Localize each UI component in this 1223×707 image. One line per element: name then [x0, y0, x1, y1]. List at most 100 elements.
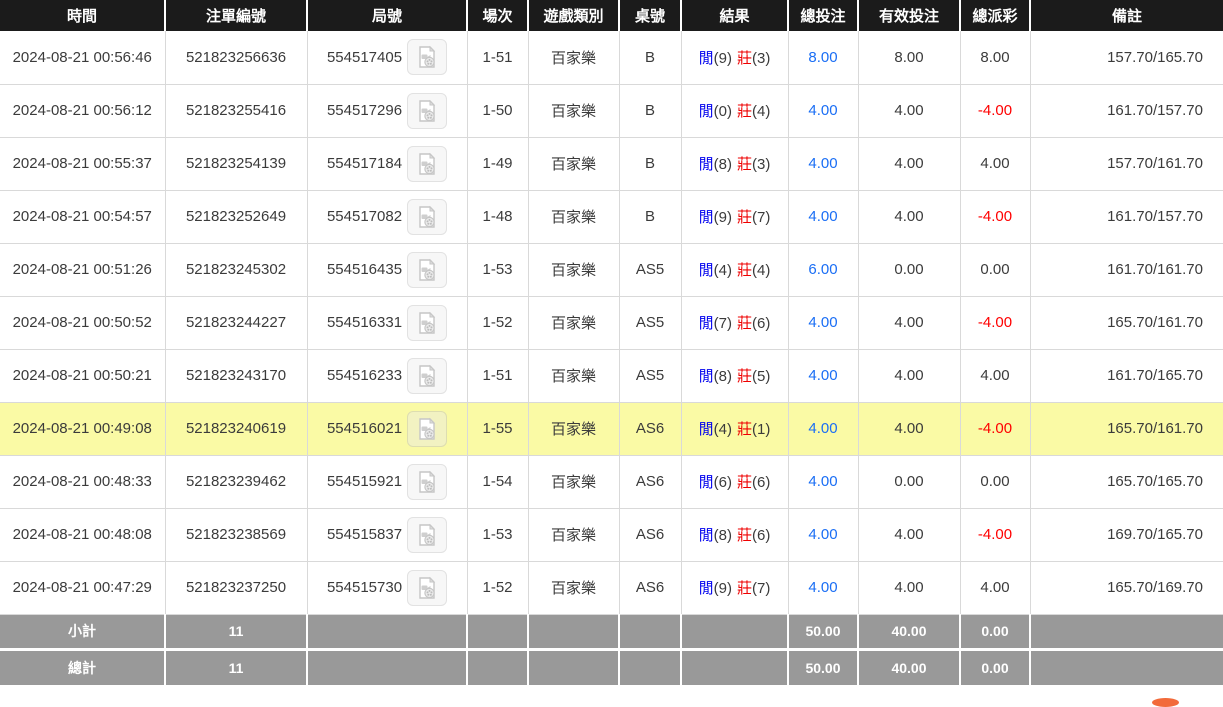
cell-result: 閒(8) 莊(5) [681, 349, 789, 403]
subtotal-game-cell [528, 614, 620, 649]
subtotal-label: 小計 [0, 614, 166, 649]
subtotal-count: 11 [165, 614, 308, 649]
video-record-icon [419, 258, 436, 281]
table-row[interactable]: 2024-08-21 00:50:52 521823244227 5545163… [0, 296, 1223, 350]
cell-session: 1-54 [467, 455, 529, 509]
cell-round: 554515921 [307, 455, 468, 509]
grand-total-label: 總計 [0, 647, 166, 685]
video-record-button[interactable] [407, 357, 448, 394]
subtotal-round-cell [307, 614, 468, 649]
video-record-icon [419, 152, 436, 175]
cell-time: 2024-08-21 00:50:52 [0, 296, 166, 350]
cell-game-type: 百家樂 [528, 349, 620, 403]
cell-total-bet: 6.00 [788, 243, 859, 297]
video-record-button[interactable] [407, 463, 448, 500]
cell-payout: 4.00 [960, 137, 1031, 191]
subtotal-payout: 0.00 [960, 614, 1031, 649]
cell-total-bet: 4.00 [788, 561, 859, 615]
result-player: 閒(9) [698, 209, 732, 226]
cell-time: 2024-08-21 00:51:26 [0, 243, 166, 297]
cell-session: 1-51 [467, 31, 529, 85]
cell-payout: -4.00 [960, 190, 1031, 244]
cell-table-no: AS6 [619, 508, 682, 562]
cell-remark: 161.70/157.70 [1030, 190, 1223, 244]
table-row[interactable]: 2024-08-21 00:56:46 521823256636 5545174… [0, 31, 1223, 85]
cell-result: 閒(4) 莊(4) [681, 243, 789, 297]
cell-remark: 165.70/169.70 [1030, 561, 1223, 615]
table-row[interactable]: 2024-08-21 00:56:12 521823255416 5545172… [0, 84, 1223, 138]
cell-remark: 157.70/165.70 [1030, 31, 1223, 85]
cell-remark: 161.70/161.70 [1030, 243, 1223, 297]
cell-total-bet: 4.00 [788, 296, 859, 350]
grand-total-count: 11 [165, 647, 308, 685]
video-record-button[interactable] [407, 145, 448, 182]
grand-total-table-cell [619, 647, 682, 685]
grand-total-round-cell [307, 647, 468, 685]
header-table-no: 桌號 [619, 0, 682, 31]
cell-table-no: B [619, 190, 682, 244]
cell-game-type: 百家樂 [528, 137, 620, 191]
header-remark: 備註 [1030, 0, 1223, 31]
table-row[interactable]: 2024-08-21 00:47:29 521823237250 5545157… [0, 561, 1223, 615]
video-record-button[interactable] [407, 410, 448, 447]
video-record-button[interactable] [407, 516, 448, 553]
cell-remark: 165.70/161.70 [1030, 402, 1223, 456]
round-number: 554516435 [326, 261, 403, 278]
result-banker: 莊(7) [737, 580, 771, 597]
video-record-button[interactable] [407, 198, 448, 235]
result-player: 閒(7) [698, 315, 732, 332]
table-row[interactable]: 2024-08-21 00:51:26 521823245302 5545164… [0, 243, 1223, 297]
cell-valid-bet: 4.00 [858, 561, 961, 615]
bet-history-table: 時間 注單編號 局號 場次 遊戲類別 桌號 結果 總投注 有效投注 總派彩 備註… [0, 0, 1223, 685]
video-record-button[interactable] [407, 569, 448, 606]
cell-game-type: 百家樂 [528, 296, 620, 350]
header-bet-id: 注單編號 [165, 0, 308, 31]
cell-table-no: AS5 [619, 296, 682, 350]
cell-session: 1-49 [467, 137, 529, 191]
grand-total-game-cell [528, 647, 620, 685]
result-player: 閒(8) [698, 527, 732, 544]
result-banker: 莊(1) [737, 421, 771, 438]
cell-round: 554516435 [307, 243, 468, 297]
cell-payout: -4.00 [960, 402, 1031, 456]
cell-result: 閒(9) 莊(7) [681, 190, 789, 244]
subtotal-table-cell [619, 614, 682, 649]
video-record-button[interactable] [407, 92, 448, 129]
cell-bet-id: 521823240619 [165, 402, 308, 456]
result-banker: 莊(5) [737, 368, 771, 385]
table-body: 2024-08-21 00:56:46 521823256636 5545174… [0, 31, 1223, 615]
cell-valid-bet: 4.00 [858, 508, 961, 562]
cell-table-no: AS5 [619, 349, 682, 403]
header-payout: 總派彩 [960, 0, 1031, 31]
cell-time: 2024-08-21 00:47:29 [0, 561, 166, 615]
video-record-button[interactable] [407, 39, 448, 76]
cell-table-no: B [619, 31, 682, 85]
cell-time: 2024-08-21 00:54:57 [0, 190, 166, 244]
table-row[interactable]: 2024-08-21 00:54:57 521823252649 5545170… [0, 190, 1223, 244]
cell-payout: 4.00 [960, 349, 1031, 403]
video-record-icon [419, 99, 436, 122]
cell-remark: 161.70/157.70 [1030, 84, 1223, 138]
table-row[interactable]: 2024-08-21 00:48:08 521823238569 5545158… [0, 508, 1223, 562]
table-row[interactable]: 2024-08-21 00:50:21 521823243170 5545162… [0, 349, 1223, 403]
result-banker: 莊(6) [737, 474, 771, 491]
video-record-button[interactable] [407, 251, 448, 288]
round-number: 554517296 [326, 102, 403, 119]
cell-valid-bet: 0.00 [858, 455, 961, 509]
cell-game-type: 百家樂 [528, 402, 620, 456]
cell-payout: 4.00 [960, 561, 1031, 615]
cell-time: 2024-08-21 00:56:46 [0, 31, 166, 85]
cell-session: 1-52 [467, 296, 529, 350]
cell-result: 閒(4) 莊(1) [681, 402, 789, 456]
table-row[interactable]: 2024-08-21 00:55:37 521823254139 5545171… [0, 137, 1223, 191]
cell-session: 1-53 [467, 243, 529, 297]
video-record-button[interactable] [407, 304, 448, 341]
video-record-icon [419, 46, 436, 68]
cell-bet-id: 521823252649 [165, 190, 308, 244]
cell-session: 1-51 [467, 349, 529, 403]
cell-total-bet: 4.00 [788, 455, 859, 509]
table-row[interactable]: 2024-08-21 00:49:08 521823240619 5545160… [0, 402, 1223, 456]
result-banker: 莊(3) [737, 49, 771, 67]
table-row[interactable]: 2024-08-21 00:48:33 521823239462 5545159… [0, 455, 1223, 509]
video-record-icon [419, 576, 436, 599]
